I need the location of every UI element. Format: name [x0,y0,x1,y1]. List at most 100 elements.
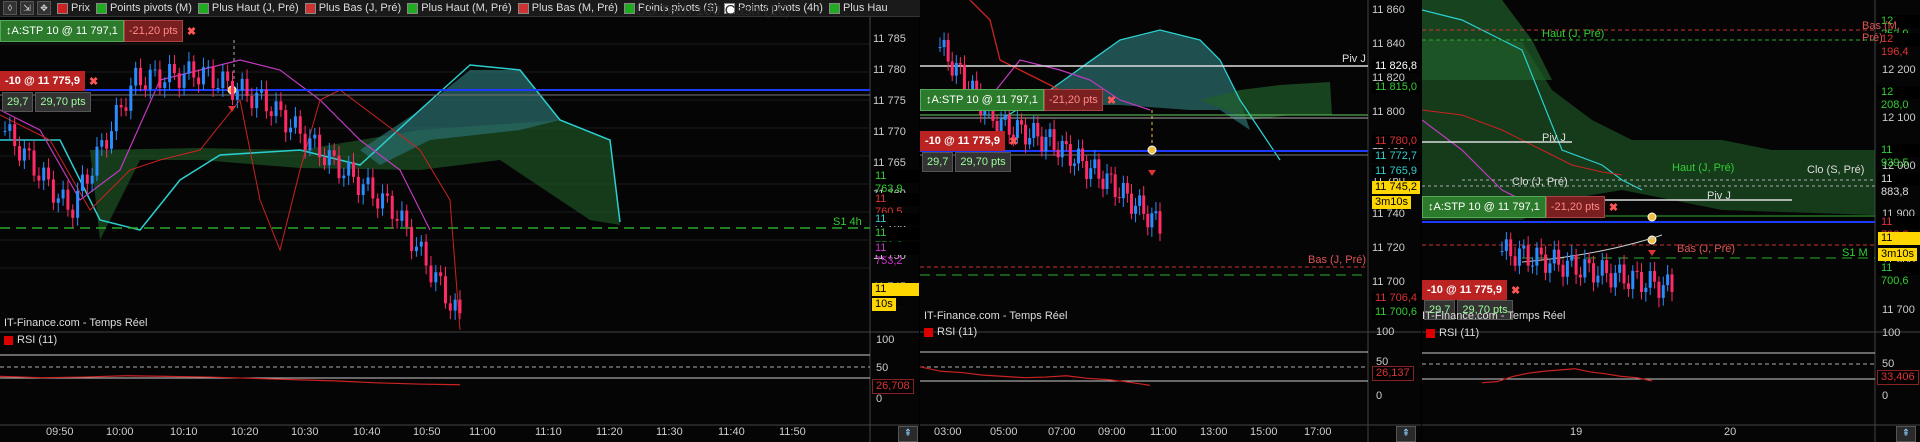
candle-body [231,80,234,100]
scroll-to-end-button[interactable]: ⇞ [898,426,918,442]
limit-order-tag[interactable]: -10 @ 11 775,9 ✖ [1422,280,1520,300]
chart-canvas-2[interactable] [920,0,1421,442]
price-axis-label: 11 720 [1372,242,1405,254]
candle-body [1089,168,1093,180]
close-order-icon[interactable]: ✖ [1511,284,1520,297]
candle-body [1138,195,1142,206]
time-axis-label: 10:10 [170,426,198,438]
legend-swatch [517,2,529,14]
candle-body [1068,144,1072,166]
legend-item[interactable]: Points pivots (M) [95,2,192,14]
candle-body [434,272,438,283]
price-tag: 11 798,3 [1878,216,1920,241]
position-tag[interactable]: 29,7 29,70 pts [920,152,1011,172]
candle-body [158,69,162,88]
price-tag: 11 780,0 [1372,135,1421,148]
position-tag[interactable]: 29,7 29,70 pts [0,92,91,112]
candle-body [240,78,244,91]
legend-swatch [95,2,107,14]
price-axis-label: 11 775 [873,95,906,107]
stop-order-tag[interactable]: ↕ A:STP 10 @ 11 797,1 -21,20 pts ✖ [920,89,1116,111]
close-order-icon[interactable]: ✖ [1107,94,1116,107]
scroll-to-end-button[interactable]: ⇞ [1396,426,1416,442]
rsi-legend[interactable]: RSI (11) [924,326,977,338]
candle-body [1639,272,1643,293]
candle-body [66,189,70,210]
candle-body [114,104,118,132]
rsi-legend[interactable]: RSI (11) [4,334,57,346]
stop-order-tag[interactable]: ↕ A:STP 10 @ 11 797,1 -21,20 pts ✖ [1422,196,1618,218]
legend-item[interactable]: Plus Haut (J, Pré) [197,2,299,14]
data-source-label: IT-Finance.com - Temps Réel [4,317,148,329]
candle-body [1500,251,1504,253]
legend-item[interactable]: Prix [57,2,90,14]
candle-body [80,174,84,191]
chart-canvas-1[interactable] [0,0,919,442]
candle-body [1570,254,1574,261]
candle-body [954,63,958,76]
level-annotation: Haut (J, Pré) [1672,162,1735,174]
time-axis-label: 10:30 [291,426,319,438]
legend-item[interactable]: Plus Haut (M, Pré) [407,2,512,14]
candle-body [361,184,365,196]
rsi-axis-100: 100 [1882,327,1901,339]
expand-button[interactable]: ⇲ [20,1,34,15]
close-order-icon[interactable]: ✖ [1009,135,1018,148]
candle-body [1125,182,1129,194]
candle-body [1044,137,1048,152]
scroll-to-end-button[interactable]: ⇞ [1896,426,1916,442]
legend-item[interactable]: Plus Hau [828,2,888,14]
candle-body [1003,114,1007,120]
price-axis-label: 11 780 [873,64,906,76]
candle-body [1618,264,1622,273]
limit-order-tag[interactable]: -10 @ 11 775,9 ✖ [0,71,98,91]
time-axis-label: 11:50 [779,426,806,438]
stop-order-tag[interactable]: ↕ A:STP 10 @ 11 797,1 -21,20 pts ✖ [0,20,196,42]
candle-body [197,77,201,85]
candle-body [1557,249,1561,265]
candle-body [226,71,230,81]
price-axis-label: 11 740 [1372,208,1405,220]
price-axis-label: 11 700 [1882,304,1915,316]
candle-body [405,210,409,227]
rsi-color-swatch [1426,328,1435,338]
pin-button[interactable]: ◊ [3,1,17,15]
candle-body [1539,247,1543,255]
close-order-icon[interactable]: ✖ [187,25,196,38]
candle-body [129,85,133,111]
candle-body [153,69,157,71]
candle-body [983,110,987,116]
chart-canvas-3[interactable] [1422,0,1920,442]
rsi-legend[interactable]: RSI (11) [1426,327,1479,339]
rsi-axis-50: 50 [1882,358,1895,370]
candle-body [1105,173,1109,189]
price-tag: 11 939,5 [1878,144,1920,169]
candle-body [390,195,394,219]
time-axis-label: 11:40 [718,426,745,438]
level-annotation: Bas (J, Pré) [1677,243,1736,255]
candle-body [958,63,962,65]
chart-panel-2[interactable]: ↕ A:STP 10 @ 11 797,1 -21,20 pts ✖ -10 @… [920,0,1421,442]
limit-order-tag[interactable]: -10 @ 11 775,9 ✖ [920,131,1018,151]
move-button[interactable]: ✥ [37,1,51,15]
legend-item[interactable]: Plus Bas (M, Pré) [517,2,618,14]
candle-body [3,130,7,132]
close-order-icon[interactable]: ✖ [1609,201,1618,214]
price-tag: 11 760,5 [872,193,919,218]
chart-panel-1[interactable]: ↕ A:STP 10 @ 11 797,1 -21,20 pts ✖ -10 @… [0,0,919,442]
price-axis-label: 12 200 [1882,64,1916,76]
price-tag: 11 706,4 [1372,292,1421,305]
price-tag: 11 756,8 [872,213,919,238]
candle-body [56,198,60,203]
level-annotation: Clo (J, Pré) [1512,176,1568,188]
rsi-axis-50: 50 [876,362,889,374]
legend-item[interactable]: Plus Bas (J, Pré) [304,2,401,14]
candle-body [187,61,191,74]
close-order-icon[interactable]: ✖ [89,75,98,88]
time-axis-label: 11:00 [1150,426,1177,438]
price-tag: 11 826,8 [1372,60,1421,73]
chart-panel-3[interactable]: ↕ A:STP 10 @ 11 797,1 -21,20 pts ✖ -10 @… [1422,0,1920,442]
time-axis-label: 13:00 [1200,426,1228,438]
candle-body [1109,173,1113,175]
price-tag: 11 700,6 [1372,306,1421,319]
